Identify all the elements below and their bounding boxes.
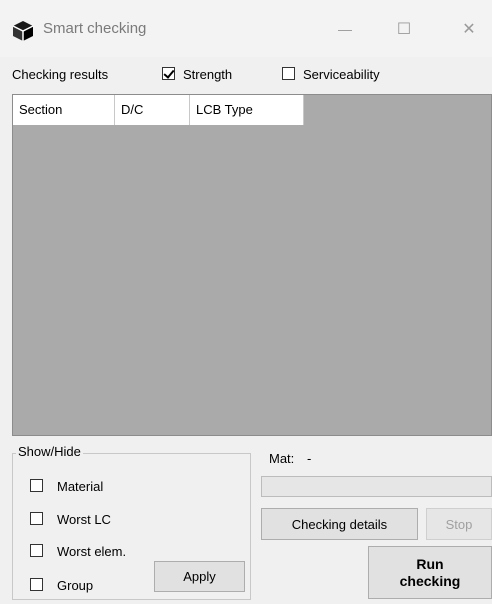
mat-value: - [307,451,312,466]
group-label: Group [57,578,94,593]
serviceability-checkbox[interactable] [282,67,295,80]
worst-elem-label: Worst elem. [57,544,127,559]
grid-header: Section D/C LCB Type [13,95,304,125]
apply-button[interactable]: Apply [154,561,245,592]
checking-results-label: Checking results [12,67,109,82]
cube-icon [12,21,34,41]
material-label: Material [57,479,104,494]
material-checkbox[interactable] [30,479,43,492]
strength-checkbox[interactable] [162,67,175,80]
run-checking-label-line2: checking [399,572,461,589]
results-grid[interactable]: Section D/C LCB Type [12,94,492,436]
minimize-button[interactable]: — [322,14,368,44]
title-bar: Smart checking — ☐ ✕ [0,0,492,57]
strength-label: Strength [183,67,233,82]
progress-bar [261,476,492,497]
worst-lc-label: Worst LC [57,512,111,527]
mat-label: Mat: [269,451,295,466]
column-header-lcb-type[interactable]: LCB Type [190,95,304,125]
run-checking-label-line1: Run [416,555,444,572]
column-header-section[interactable]: Section [13,95,115,125]
serviceability-label: Serviceability [303,67,380,82]
stop-button[interactable]: Stop [426,508,492,540]
maximize-button[interactable]: ☐ [381,14,427,44]
worst-lc-checkbox[interactable] [30,512,43,525]
checking-results-bar: Checking results Strength Serviceability [0,57,492,93]
maximize-icon: ☐ [396,21,412,38]
checking-details-label: Checking details [291,516,388,532]
minimize-icon: — [338,21,352,37]
close-button[interactable]: ✕ [446,14,492,44]
column-header-dc[interactable]: D/C [115,95,190,125]
run-checking-button[interactable]: Run checking [368,546,492,599]
checking-details-button[interactable]: Checking details [261,508,418,540]
group-checkbox[interactable] [30,578,43,591]
apply-button-label: Apply [183,569,216,584]
close-icon: ✕ [462,21,476,38]
window-title: Smart checking [43,20,147,37]
show-hide-legend: Show/Hide [16,444,83,459]
stop-label: Stop [445,516,473,532]
worst-elem-checkbox[interactable] [30,544,43,557]
